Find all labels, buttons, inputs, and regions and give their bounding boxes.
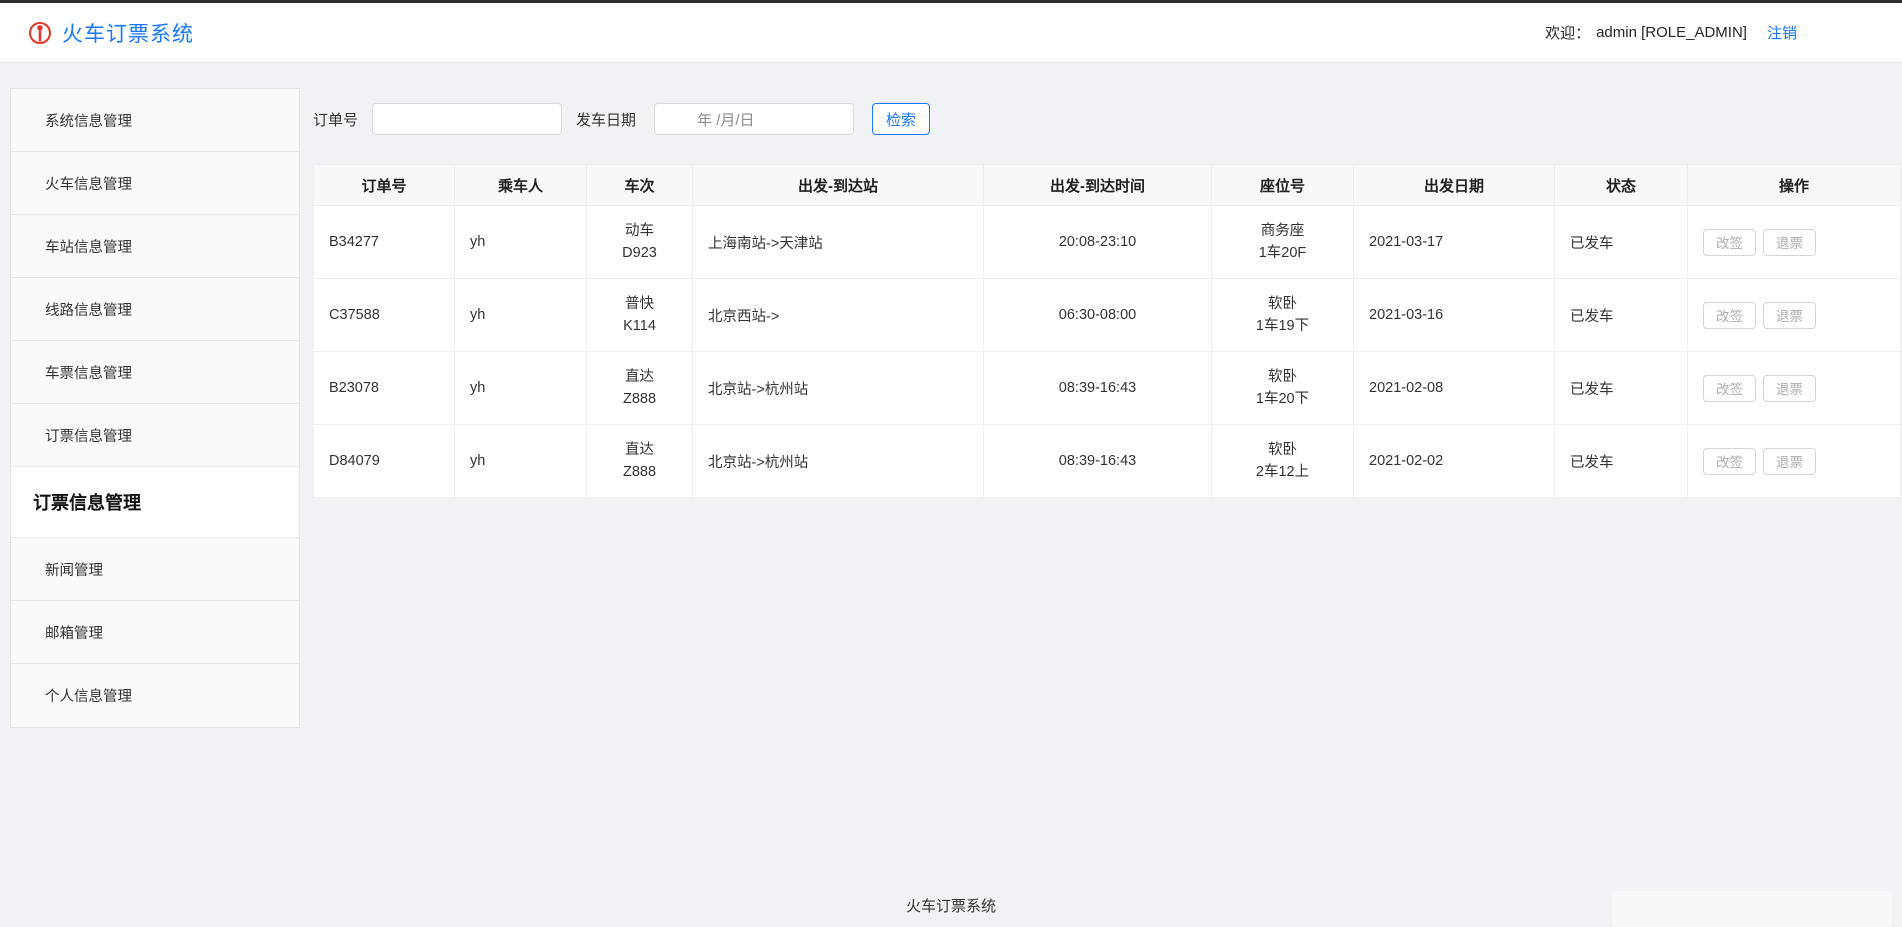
column-header-order-no: 订单号 (314, 165, 455, 206)
column-header-train: 车次 (587, 165, 693, 206)
cell-order-no: D84079 (314, 425, 455, 498)
cell-date: 2021-03-17 (1354, 206, 1555, 279)
column-header-actions: 操作 (1688, 165, 1901, 206)
departure-date-input[interactable]: 年 /月/日 (654, 103, 854, 135)
cell-order-no: B34277 (314, 206, 455, 279)
cell-train: 动车D923 (587, 206, 693, 279)
main-content: 订单号 发车日期 年 /月/日 检索 订单号乘车人车次出发-到达站出发-到达时间… (313, 88, 1902, 498)
cell-actions: 改签退票 (1688, 352, 1901, 425)
cell-actions: 改签退票 (1688, 425, 1901, 498)
column-header-time: 出发-到达时间 (984, 165, 1212, 206)
column-header-seat: 座位号 (1212, 165, 1354, 206)
cell-date: 2021-03-16 (1354, 279, 1555, 352)
sidebar-item-personal-info[interactable]: 个人信息管理 (11, 664, 299, 727)
search-form: 订单号 发车日期 年 /月/日 检索 (313, 103, 1902, 135)
china-railway-logo-icon (28, 21, 52, 45)
sidebar-item-station-info[interactable]: 车站信息管理 (11, 215, 299, 278)
cell-date: 2021-02-08 (1354, 352, 1555, 425)
cell-order-no: C37588 (314, 279, 455, 352)
cell-status: 已发车 (1555, 279, 1688, 352)
refund-ticket-button[interactable]: 退票 (1763, 229, 1816, 256)
top-header: 火车订票系统 欢迎： admin [ROLE_ADMIN] 注销 (0, 3, 1902, 63)
cell-status: 已发车 (1555, 206, 1688, 279)
sidebar-item-system-info[interactable]: 系统信息管理 (11, 89, 299, 152)
cell-route: 北京站->杭州站 (693, 352, 984, 425)
logout-link[interactable]: 注销 (1767, 22, 1797, 43)
cell-actions: 改签退票 (1688, 206, 1901, 279)
cell-route: 北京站->杭州站 (693, 425, 984, 498)
cell-passenger: yh (455, 206, 587, 279)
sidebar-item-ticket-info[interactable]: 车票信息管理 (11, 341, 299, 404)
table-row: C37588yh普快K114北京西站->06:30-08:00软卧1车19下20… (314, 279, 1901, 352)
change-ticket-button[interactable]: 改签 (1703, 302, 1756, 329)
user-area: 欢迎： admin [ROLE_ADMIN] 注销 (1545, 22, 1797, 43)
cell-actions: 改签退票 (1688, 279, 1901, 352)
column-header-route: 出发-到达站 (693, 165, 984, 206)
sidebar-item-booking-info-active[interactable]: 订票信息管理 (11, 467, 299, 538)
search-button[interactable]: 检索 (872, 103, 930, 135)
sidebar-item-booking-info[interactable]: 订票信息管理 (11, 404, 299, 467)
order-no-label: 订单号 (313, 109, 358, 130)
change-ticket-button[interactable]: 改签 (1703, 229, 1756, 256)
orders-table: 订单号乘车人车次出发-到达站出发-到达时间座位号出发日期状态操作 B34277y… (313, 164, 1901, 498)
cell-seat: 软卧2车12上 (1212, 425, 1354, 498)
column-header-date: 出发日期 (1354, 165, 1555, 206)
table-header-row: 订单号乘车人车次出发-到达站出发-到达时间座位号出发日期状态操作 (314, 165, 1901, 206)
column-header-status: 状态 (1555, 165, 1688, 206)
cell-train: 普快K114 (587, 279, 693, 352)
cell-passenger: yh (455, 425, 587, 498)
cell-seat: 商务座1车20F (1212, 206, 1354, 279)
table-row: D84079yh直达Z888北京站->杭州站08:39-16:43软卧2车12上… (314, 425, 1901, 498)
date-placeholder-text: 年 /月/日 (697, 109, 755, 130)
order-no-input[interactable] (372, 103, 562, 135)
change-ticket-button[interactable]: 改签 (1703, 448, 1756, 475)
sidebar-item-mailbox[interactable]: 邮箱管理 (11, 601, 299, 664)
sidebar-item-news[interactable]: 新闻管理 (11, 538, 299, 601)
cell-time: 08:39-16:43 (984, 425, 1212, 498)
footer-text: 火车订票系统 (0, 895, 1902, 916)
cell-status: 已发车 (1555, 425, 1688, 498)
sidebar-item-route-info[interactable]: 线路信息管理 (11, 278, 299, 341)
column-header-passenger: 乘车人 (455, 165, 587, 206)
cell-passenger: yh (455, 279, 587, 352)
cell-passenger: yh (455, 352, 587, 425)
refund-ticket-button[interactable]: 退票 (1763, 375, 1816, 402)
change-ticket-button[interactable]: 改签 (1703, 375, 1756, 402)
cell-train: 直达Z888 (587, 425, 693, 498)
cell-seat: 软卧1车19下 (1212, 279, 1354, 352)
app-title: 火车订票系统 (62, 18, 194, 48)
cell-seat: 软卧1车20下 (1212, 352, 1354, 425)
table-row: B23078yh直达Z888北京站->杭州站08:39-16:43软卧1车20下… (314, 352, 1901, 425)
cell-time: 20:08-23:10 (984, 206, 1212, 279)
refund-ticket-button[interactable]: 退票 (1763, 448, 1816, 475)
cell-date: 2021-02-02 (1354, 425, 1555, 498)
brand: 火车订票系统 (28, 18, 194, 48)
cell-time: 08:39-16:43 (984, 352, 1212, 425)
departure-date-label: 发车日期 (576, 109, 636, 130)
sidebar-nav: 系统信息管理火车信息管理车站信息管理线路信息管理车票信息管理订票信息管理订票信息… (10, 88, 300, 728)
cell-status: 已发车 (1555, 352, 1688, 425)
cell-order-no: B23078 (314, 352, 455, 425)
cell-route: 北京西站-> (693, 279, 984, 352)
cell-train: 直达Z888 (587, 352, 693, 425)
cell-time: 06:30-08:00 (984, 279, 1212, 352)
refund-ticket-button[interactable]: 退票 (1763, 302, 1816, 329)
username-text: admin [ROLE_ADMIN] (1596, 24, 1747, 41)
welcome-label: 欢迎： (1545, 22, 1590, 43)
sidebar-item-train-info[interactable]: 火车信息管理 (11, 152, 299, 215)
cell-route: 上海南站->天津站 (693, 206, 984, 279)
table-row: B34277yh动车D923上海南站->天津站20:08-23:10商务座1车2… (314, 206, 1901, 279)
